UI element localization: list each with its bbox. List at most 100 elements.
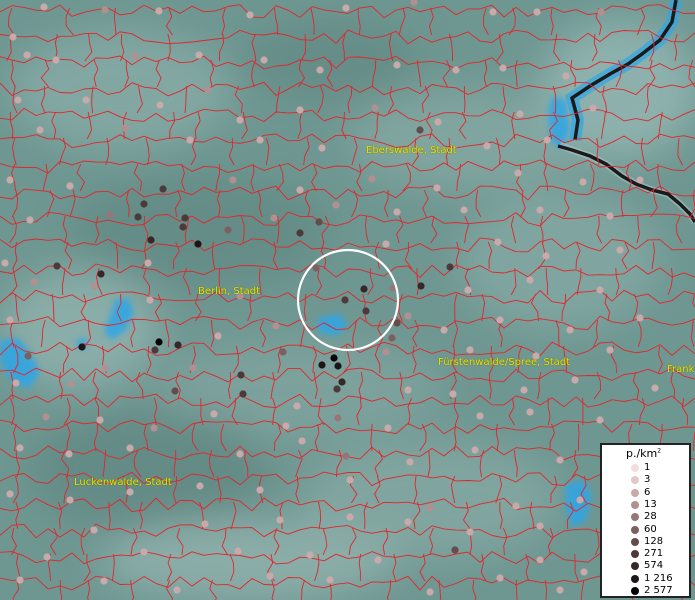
density-dot xyxy=(6,176,14,184)
density-dot xyxy=(406,458,414,466)
density-dot xyxy=(384,424,392,432)
city-label-berlin: Berlin, Stadt xyxy=(198,286,261,297)
density-dot xyxy=(237,371,245,379)
density-dot xyxy=(536,556,544,564)
city-label-eberswalde: Eberswalde, Stadt xyxy=(366,145,457,156)
legend-label: 13 xyxy=(644,498,657,510)
density-dot xyxy=(368,175,376,183)
legend-entry: 2 577 xyxy=(602,585,691,597)
density-dot xyxy=(298,437,306,445)
density-dot xyxy=(90,526,98,534)
density-dot xyxy=(318,144,326,152)
density-dot xyxy=(96,416,104,424)
legend-entry: 271 xyxy=(602,548,691,560)
density-dot xyxy=(341,296,349,304)
density-dot xyxy=(195,51,203,59)
density-dot xyxy=(42,413,50,421)
density-dot xyxy=(150,424,158,432)
map-canvas[interactable] xyxy=(0,0,695,600)
density-dot xyxy=(451,546,459,554)
density-dot xyxy=(464,286,472,294)
density-dot xyxy=(134,213,142,221)
density-dot xyxy=(239,390,247,398)
density-dot xyxy=(426,588,434,596)
density-dot xyxy=(173,586,181,594)
density-dot xyxy=(256,136,264,144)
density-dot xyxy=(306,551,314,559)
density-dot xyxy=(536,206,544,214)
legend-entry: 3 xyxy=(602,474,691,486)
legend-label: 60 xyxy=(644,523,657,535)
density-dot xyxy=(101,6,109,14)
density-dot xyxy=(9,33,17,41)
density-dot xyxy=(516,110,524,118)
legend-swatch xyxy=(631,550,639,559)
density-dot xyxy=(126,444,134,452)
density-dot xyxy=(496,316,504,324)
density-dot xyxy=(576,496,584,504)
density-dot xyxy=(332,201,340,209)
legend-label: 2 577 xyxy=(644,585,673,596)
density-dot xyxy=(330,354,338,362)
density-dot xyxy=(496,574,504,582)
density-dot xyxy=(66,182,74,190)
density-dot xyxy=(334,414,342,422)
density-dot xyxy=(266,572,274,580)
legend-swatch xyxy=(631,525,639,534)
density-dot xyxy=(312,264,320,272)
density-dot xyxy=(514,169,522,177)
density-dot xyxy=(159,185,167,193)
density-legend: p./km2 1 3 6 13 28 60 128 271 574 1 216 2 577 xyxy=(600,443,691,598)
density-dot xyxy=(316,66,324,74)
density-dot xyxy=(234,547,242,555)
city-label-frankfurt: Frank xyxy=(667,364,695,375)
density-dot xyxy=(147,236,155,244)
density-dot xyxy=(282,422,290,430)
density-dot xyxy=(571,376,579,384)
density-dot xyxy=(36,126,44,134)
legend-swatch xyxy=(631,476,639,485)
density-dot xyxy=(204,86,212,94)
density-dot xyxy=(23,51,31,59)
density-dot xyxy=(78,343,86,351)
density-dot xyxy=(66,496,74,504)
density-dot xyxy=(580,568,588,576)
density-dot xyxy=(636,176,644,184)
density-dot xyxy=(388,334,396,342)
density-dot xyxy=(433,184,441,192)
density-dot xyxy=(279,348,287,356)
density-dot xyxy=(589,104,597,112)
density-dot xyxy=(346,513,354,521)
density-dot xyxy=(6,316,14,324)
density-dot xyxy=(67,380,75,388)
density-dot xyxy=(155,338,163,346)
density-dot xyxy=(14,96,22,104)
density-dot xyxy=(196,482,204,490)
density-dot xyxy=(533,8,541,16)
density-dot xyxy=(596,286,604,294)
density-dot xyxy=(543,136,551,144)
density-dot xyxy=(65,450,73,458)
density-dot xyxy=(97,270,105,278)
density-dot xyxy=(1,259,9,267)
density-dot xyxy=(342,452,350,460)
legend-entry: 60 xyxy=(602,524,691,536)
density-dot xyxy=(90,282,98,290)
density-dot xyxy=(636,314,644,322)
density-dot xyxy=(404,518,412,526)
density-dot xyxy=(53,262,61,270)
density-dot xyxy=(181,214,189,222)
density-dot xyxy=(346,476,354,484)
density-dot xyxy=(382,348,390,356)
density-dot xyxy=(16,576,24,584)
density-dot xyxy=(40,3,48,11)
density-dot xyxy=(404,386,412,394)
density-dot xyxy=(260,56,268,64)
density-dot xyxy=(156,101,164,109)
density-dot xyxy=(24,352,32,360)
density-dot xyxy=(499,64,507,72)
density-dot xyxy=(440,326,448,334)
city-label-fuerstenwalde: Fürstenwalde/Spree, Stadt xyxy=(438,357,571,368)
density-dot xyxy=(446,263,454,271)
legend-label: 6 xyxy=(644,486,651,498)
